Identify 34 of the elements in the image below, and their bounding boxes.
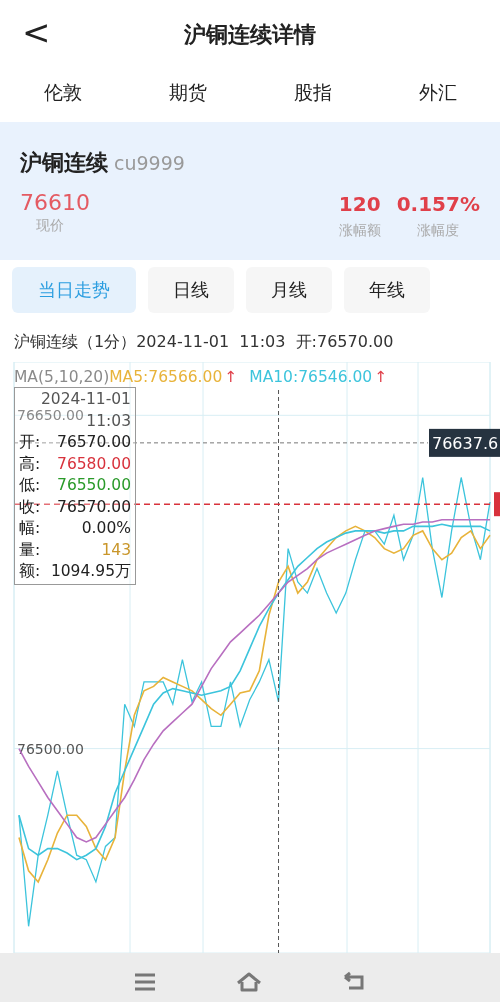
stat-value: 120 <box>338 192 381 216</box>
tooltip-value: 1094.95万 <box>50 561 131 582</box>
tooltip-label: 开: <box>19 432 41 453</box>
legend-label: MA5:76566.00 <box>109 368 223 386</box>
tooltip-date: 2024-11-01 <box>40 389 131 410</box>
current-price: 76610 <box>20 190 91 215</box>
chart-info: 沪铜连续（1分）2024-11-01 11:03 开:76570.00 <box>13 331 395 353</box>
tooltip-label: 幅: <box>19 518 41 539</box>
tooltip-value: 143 <box>101 539 131 561</box>
contract-code: cu9999 <box>114 152 185 174</box>
tooltip-label: 收: <box>19 496 41 518</box>
tooltip-value: 76550.00 <box>57 475 131 496</box>
legend-label: MA(5,10,20) <box>14 368 110 386</box>
tooltip-value: 76570.00 <box>57 432 131 453</box>
axis-label: 76650.00 <box>17 407 84 424</box>
crosshair-label: 76637.6 <box>429 428 500 457</box>
legend-label: MA10:76546.00 <box>249 368 373 386</box>
tooltip-value: 0.00% <box>81 518 131 539</box>
stat-value: 0.157% <box>396 192 480 216</box>
tooltip-value: 76580.00 <box>57 453 131 475</box>
tooltip-label: 额: <box>19 561 41 582</box>
trend-arrow: ↑ <box>374 368 388 386</box>
price-label: 现价 <box>36 217 65 235</box>
tooltip-label: 低: <box>19 475 41 496</box>
contract-name: 沪铜连续 <box>20 149 108 177</box>
tooltip-label: 高: <box>19 453 41 475</box>
stat-label: 涨幅额 <box>338 222 381 240</box>
tooltip-label: 量: <box>19 539 41 561</box>
trend-arrow: ↑ <box>224 368 238 386</box>
tooltip-time: 11:03 <box>86 410 131 432</box>
axis-label: 76500.00 <box>17 740 84 757</box>
stat-label: 涨幅度 <box>417 222 460 240</box>
ref-line-label: 76637.6 <box>432 433 499 453</box>
page-title: 沪铜连续详情 <box>184 21 316 49</box>
